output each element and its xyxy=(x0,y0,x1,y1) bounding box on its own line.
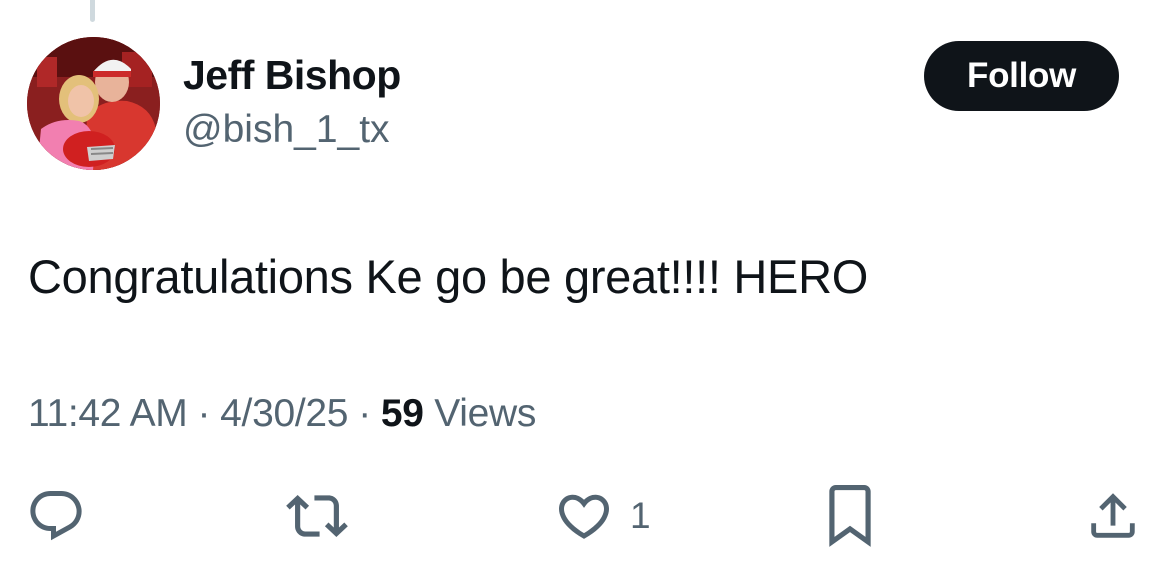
tweet-meta: 11:42 AM · 4/30/25 · 59 Views xyxy=(28,392,536,436)
tweet-text: Congratulations Ke go be great!!!! HERO xyxy=(28,250,868,303)
follow-button[interactable]: Follow xyxy=(924,41,1119,111)
share-icon xyxy=(1091,493,1135,538)
tweet-date[interactable]: 4/30/25 xyxy=(220,392,348,435)
like-count: 1 xyxy=(630,495,651,536)
like-button[interactable]: 1 xyxy=(554,486,651,546)
share-button[interactable] xyxy=(1084,486,1142,546)
heart-icon xyxy=(558,494,610,539)
repost-button[interactable] xyxy=(286,486,348,546)
bookmark-icon xyxy=(829,485,871,547)
meta-separator: · xyxy=(358,392,371,435)
author-handle[interactable]: @bish_1_tx xyxy=(183,108,390,152)
avatar[interactable] xyxy=(27,37,160,170)
tweet-card: Jeff Bishop @bish_1_tx Follow Congratula… xyxy=(0,0,1170,562)
meta-separator: · xyxy=(197,392,211,435)
tweet-time[interactable]: 11:42 AM xyxy=(28,392,188,435)
author-name[interactable]: Jeff Bishop xyxy=(183,52,401,99)
repost-icon xyxy=(286,495,348,537)
bookmark-button[interactable] xyxy=(822,485,878,547)
avatar-photo xyxy=(27,37,160,170)
thread-connector-line xyxy=(90,0,95,22)
views-label: Views xyxy=(434,392,537,435)
views-count: 59 xyxy=(380,392,424,435)
reply-icon xyxy=(30,491,82,541)
reply-button[interactable] xyxy=(26,486,86,546)
